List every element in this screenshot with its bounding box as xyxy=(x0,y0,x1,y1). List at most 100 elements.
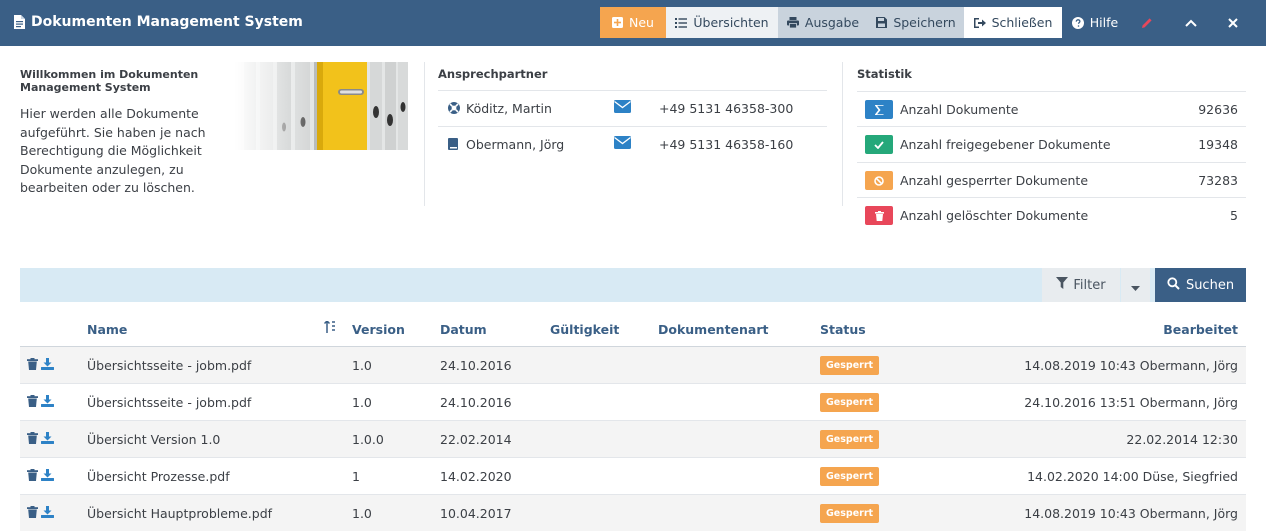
contact-row: Obermann, Jörg +49 5131 46358-160 xyxy=(438,126,827,162)
filter-dropdown-button[interactable] xyxy=(1121,268,1150,302)
welcome-title: Willkommen im Dokumenten Management Syst… xyxy=(20,68,199,94)
document-name[interactable]: Übersichtsseite - jobm.pdf xyxy=(87,358,251,373)
table-row[interactable]: Übersicht Hauptprobleme.pdf 1.0 10.04.20… xyxy=(20,495,1246,531)
divider xyxy=(842,62,843,206)
divider xyxy=(424,62,425,206)
stat-value: 5 xyxy=(1230,208,1238,223)
stat-label: Anzahl freigegebener Dokumente xyxy=(900,137,1111,152)
table-row[interactable]: Übersichtsseite - jobm.pdf 1.0 24.10.201… xyxy=(20,384,1246,421)
list-icon xyxy=(675,17,688,28)
new-button[interactable]: Neu xyxy=(600,7,666,38)
trash-icon[interactable] xyxy=(27,469,38,484)
document-name[interactable]: Übersichtsseite - jobm.pdf xyxy=(87,395,251,410)
question-circle-icon xyxy=(1071,16,1084,29)
plus-square-icon xyxy=(612,17,624,28)
stat-row: Anzahl gelöschter Dokumente 5 xyxy=(857,197,1246,233)
column-header-validity[interactable]: Gültigkeit xyxy=(550,322,619,337)
document-name[interactable]: Übersicht Version 1.0 xyxy=(87,432,220,447)
trash-icon[interactable] xyxy=(27,506,38,521)
document-edited: 14.02.2020 14:00 Düse, Siegfried xyxy=(1027,469,1238,484)
stat-row: Anzahl gesperrter Dokumente 73283 xyxy=(857,162,1246,198)
column-header-name[interactable]: Name xyxy=(87,322,127,337)
contact-name: Obermann, Jörg xyxy=(466,137,565,152)
stat-value: 19348 xyxy=(1198,137,1238,152)
close-button[interactable] xyxy=(1218,7,1248,38)
floppy-disk-icon xyxy=(876,17,888,28)
document-name[interactable]: Übersicht Hauptprobleme.pdf xyxy=(87,506,272,521)
trash-icon xyxy=(865,206,893,225)
status-badge: Gesperrt xyxy=(820,356,880,375)
table-row[interactable]: Übersichtsseite - jobm.pdf 1.0 24.10.201… xyxy=(20,347,1246,384)
document-date: 10.04.2017 xyxy=(440,506,512,521)
contact-name: Köditz, Martin xyxy=(466,101,552,116)
download-icon[interactable] xyxy=(41,358,54,373)
new-button-label: Neu xyxy=(629,15,654,30)
overviews-button[interactable]: Übersichten xyxy=(666,7,778,38)
status-badge: Gesperrt xyxy=(820,467,880,486)
envelope-icon[interactable] xyxy=(614,136,631,152)
document-date: 24.10.2016 xyxy=(440,358,512,373)
document-name[interactable]: Übersicht Prozesse.pdf xyxy=(87,469,230,484)
envelope-icon[interactable] xyxy=(614,100,631,116)
collapse-button[interactable] xyxy=(1176,7,1206,38)
table-row[interactable]: Übersicht Version 1.0 1.0.0 22.02.2014 G… xyxy=(20,421,1246,458)
edit-button[interactable] xyxy=(1132,7,1162,38)
stat-label: Anzahl gelöschter Dokumente xyxy=(900,208,1089,223)
document-date: 14.02.2020 xyxy=(440,469,512,484)
download-icon[interactable] xyxy=(41,469,54,484)
document-edited: 14.08.2019 10:43 Obermann, Jörg xyxy=(1024,358,1238,373)
column-header-version[interactable]: Version xyxy=(352,322,405,337)
stat-label: Anzahl gesperrter Dokumente xyxy=(900,173,1089,188)
folder-image xyxy=(234,62,408,150)
document-version: 1.0 xyxy=(352,358,372,373)
column-header-status[interactable]: Status xyxy=(820,322,866,337)
help-button[interactable]: Hilfe xyxy=(1066,7,1124,38)
download-icon[interactable] xyxy=(41,432,54,447)
status-badge: Gesperrt xyxy=(820,393,880,412)
document-version: 1 xyxy=(352,469,360,484)
stat-row: Anzahl freigegebener Dokumente 19348 xyxy=(857,126,1246,162)
print-button[interactable]: Ausgabe xyxy=(778,7,868,38)
filter-button-label: Filter xyxy=(1073,277,1106,293)
sigma-icon xyxy=(865,100,893,119)
close-document-button[interactable]: Schließen xyxy=(964,7,1062,38)
document-version: 1.0 xyxy=(352,506,372,521)
stat-label: Anzahl Dokumente xyxy=(900,102,1019,117)
column-header-edited[interactable]: Bearbeitet xyxy=(1163,322,1238,337)
column-header-document-type[interactable]: Dokumentenart xyxy=(658,322,769,337)
welcome-text: Hier werden alle Dokumente aufgeführt. S… xyxy=(20,106,206,195)
overviews-button-label: Übersichten xyxy=(693,15,769,30)
search-button[interactable]: Suchen xyxy=(1155,268,1246,302)
status-badge: Gesperrt xyxy=(820,430,880,449)
document-edited: 22.02.2014 12:30 xyxy=(1126,432,1238,447)
help-button-label: Hilfe xyxy=(1089,15,1119,30)
document-edited: 24.10.2016 13:51 Obermann, Jörg xyxy=(1024,395,1238,410)
document-icon xyxy=(14,15,25,29)
download-icon[interactable] xyxy=(41,395,54,410)
filter-icon xyxy=(1056,277,1069,293)
document-edited: 14.08.2019 10:43 Obermann, Jörg xyxy=(1024,506,1238,521)
contact-phone: +49 5131 46358-300 xyxy=(659,101,794,116)
trash-icon[interactable] xyxy=(27,395,38,410)
table-row[interactable]: Übersicht Prozesse.pdf 1 14.02.2020 Gesp… xyxy=(20,458,1246,495)
close-document-button-label: Schließen xyxy=(991,15,1053,30)
document-version: 1.0 xyxy=(352,395,372,410)
trash-icon[interactable] xyxy=(27,432,38,447)
document-version: 1.0.0 xyxy=(352,432,384,447)
save-button-label: Speichern xyxy=(893,15,956,30)
stat-value: 92636 xyxy=(1198,102,1238,117)
download-icon[interactable] xyxy=(41,506,54,521)
status-badge: Gesperrt xyxy=(820,504,880,523)
trash-icon[interactable] xyxy=(27,358,38,373)
stat-value: 73283 xyxy=(1198,173,1238,188)
sort-icon[interactable] xyxy=(323,319,336,337)
ban-icon xyxy=(865,171,893,190)
app-title-text: Dokumenten Management System xyxy=(31,14,303,30)
sign-out-icon xyxy=(973,17,986,28)
save-button[interactable]: Speichern xyxy=(868,7,964,38)
check-icon xyxy=(865,135,893,154)
contacts-title: Ansprechpartner xyxy=(438,67,548,81)
column-header-date[interactable]: Datum xyxy=(440,322,487,337)
book-icon xyxy=(448,138,458,153)
filter-button[interactable]: Filter xyxy=(1042,268,1120,302)
